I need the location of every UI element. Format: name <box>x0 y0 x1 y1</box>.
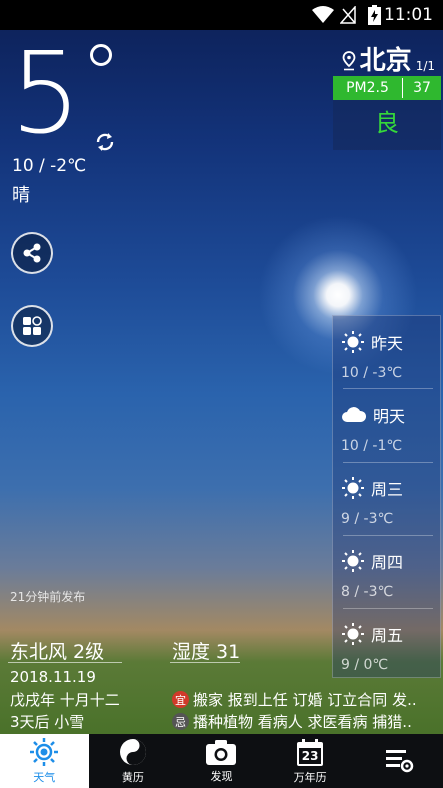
publish-time: 21分钟前发布 <box>10 590 86 604</box>
divider <box>170 662 240 663</box>
forecast-day: 周四 <box>371 553 404 572</box>
suitable-text: 搬家 报到上任 订婚 订立合同 发.. <box>193 691 417 709</box>
humidity-info: 湿度 31 <box>172 641 241 663</box>
divider <box>343 388 433 389</box>
refresh-icon[interactable] <box>93 130 117 154</box>
divider <box>343 462 433 463</box>
cloud-icon <box>342 407 367 422</box>
share-icon <box>23 243 41 263</box>
calendar-day: 23 <box>301 748 319 763</box>
tab-label: 黄历 <box>121 771 144 784</box>
tab-discover[interactable]: 发现 <box>177 734 266 788</box>
status-bar: 11:01 <box>0 0 443 30</box>
degree-symbol <box>90 44 112 66</box>
widgets-button[interactable] <box>11 305 53 347</box>
aqi-level: 良 <box>375 109 399 137</box>
tab-calendar[interactable]: 23 万年历 <box>266 734 355 788</box>
sun-icon <box>342 550 364 572</box>
bottom-tab-bar: 天气 黄历 发现 23 万年历 <box>0 734 443 788</box>
no-signal-icon <box>340 6 356 24</box>
almanac-suitable[interactable]: 宜 搬家 报到上任 订婚 订立合同 发.. <box>172 689 440 710</box>
temperature-range: 10 / -2℃ <box>12 156 87 176</box>
location-header[interactable]: 北京 1/1 <box>342 40 435 77</box>
camera-icon <box>206 740 237 765</box>
forecast-temp: 9 / -3℃ <box>341 511 394 524</box>
weather-condition: 晴 <box>12 185 30 206</box>
almanac-avoid[interactable]: 忌 播种植物 看病人 求医看病 捕猎.. <box>172 711 440 732</box>
divider <box>8 662 122 663</box>
lunar-date: 戊戌年 十月十二 <box>10 691 120 709</box>
forecast-day: 昨天 <box>371 334 404 353</box>
forecast-item[interactable]: 昨天 10 / -3℃ <box>341 328 436 400</box>
calendar-icon: 23 <box>296 738 324 767</box>
suitable-badge-icon: 宜 <box>172 691 189 708</box>
tab-almanac[interactable]: 黄历 <box>89 734 178 788</box>
city-name: 北京 <box>359 46 412 76</box>
wind-info: 东北风 2级 <box>10 641 105 663</box>
location-pin-icon <box>342 51 356 71</box>
sun-icon <box>342 331 364 353</box>
avoid-badge-icon: 忌 <box>172 713 189 730</box>
widgets-icon <box>23 316 42 335</box>
forecast-temp: 10 / -1℃ <box>341 438 403 451</box>
sun-icon <box>342 623 364 645</box>
air-quality-card[interactable]: PM2.5 37 良 <box>333 76 441 150</box>
avoid-text: 播种植物 看病人 求医看病 捕猎.. <box>193 713 412 731</box>
forecast-panel[interactable]: 昨天 10 / -3℃ 明天 10 / -1℃ 周三 9 / -3℃ 周四 8 … <box>332 315 441 678</box>
share-button[interactable] <box>11 232 53 274</box>
page-indicator: 1/1 <box>415 59 435 73</box>
battery-charging-icon <box>368 5 381 25</box>
settings-menu-icon <box>385 750 413 773</box>
tab-weather[interactable]: 天气 <box>0 734 89 788</box>
pm25-label: PM2.5 <box>346 80 389 96</box>
tab-settings[interactable] <box>354 734 443 788</box>
forecast-temp: 8 / -3℃ <box>341 584 394 597</box>
aqi-bar: PM2.5 37 <box>333 76 441 100</box>
forecast-day: 明天 <box>373 407 406 426</box>
sun-icon <box>342 477 364 499</box>
upcoming-weather: 3天后 小雪 <box>10 713 85 731</box>
divider <box>343 535 433 536</box>
forecast-temp: 9 / 0℃ <box>341 657 389 670</box>
current-temperature: 5 <box>10 29 81 159</box>
sun-icon <box>30 738 59 766</box>
tab-label: 天气 <box>33 771 56 784</box>
forecast-item[interactable]: 周五 9 / 0℃ <box>341 620 436 692</box>
divider <box>343 608 433 609</box>
date-text: 2018.11.19 <box>10 668 96 686</box>
forecast-day: 周五 <box>371 626 404 645</box>
forecast-day: 周三 <box>371 480 404 499</box>
clock: 11:01 <box>384 5 433 25</box>
yin-yang-icon <box>119 739 146 765</box>
pm25-value: 37 <box>413 80 431 96</box>
tab-label: 发现 <box>210 770 233 783</box>
wifi-icon <box>312 6 334 23</box>
tab-label: 万年历 <box>293 770 327 784</box>
forecast-temp: 10 / -3℃ <box>341 365 403 378</box>
